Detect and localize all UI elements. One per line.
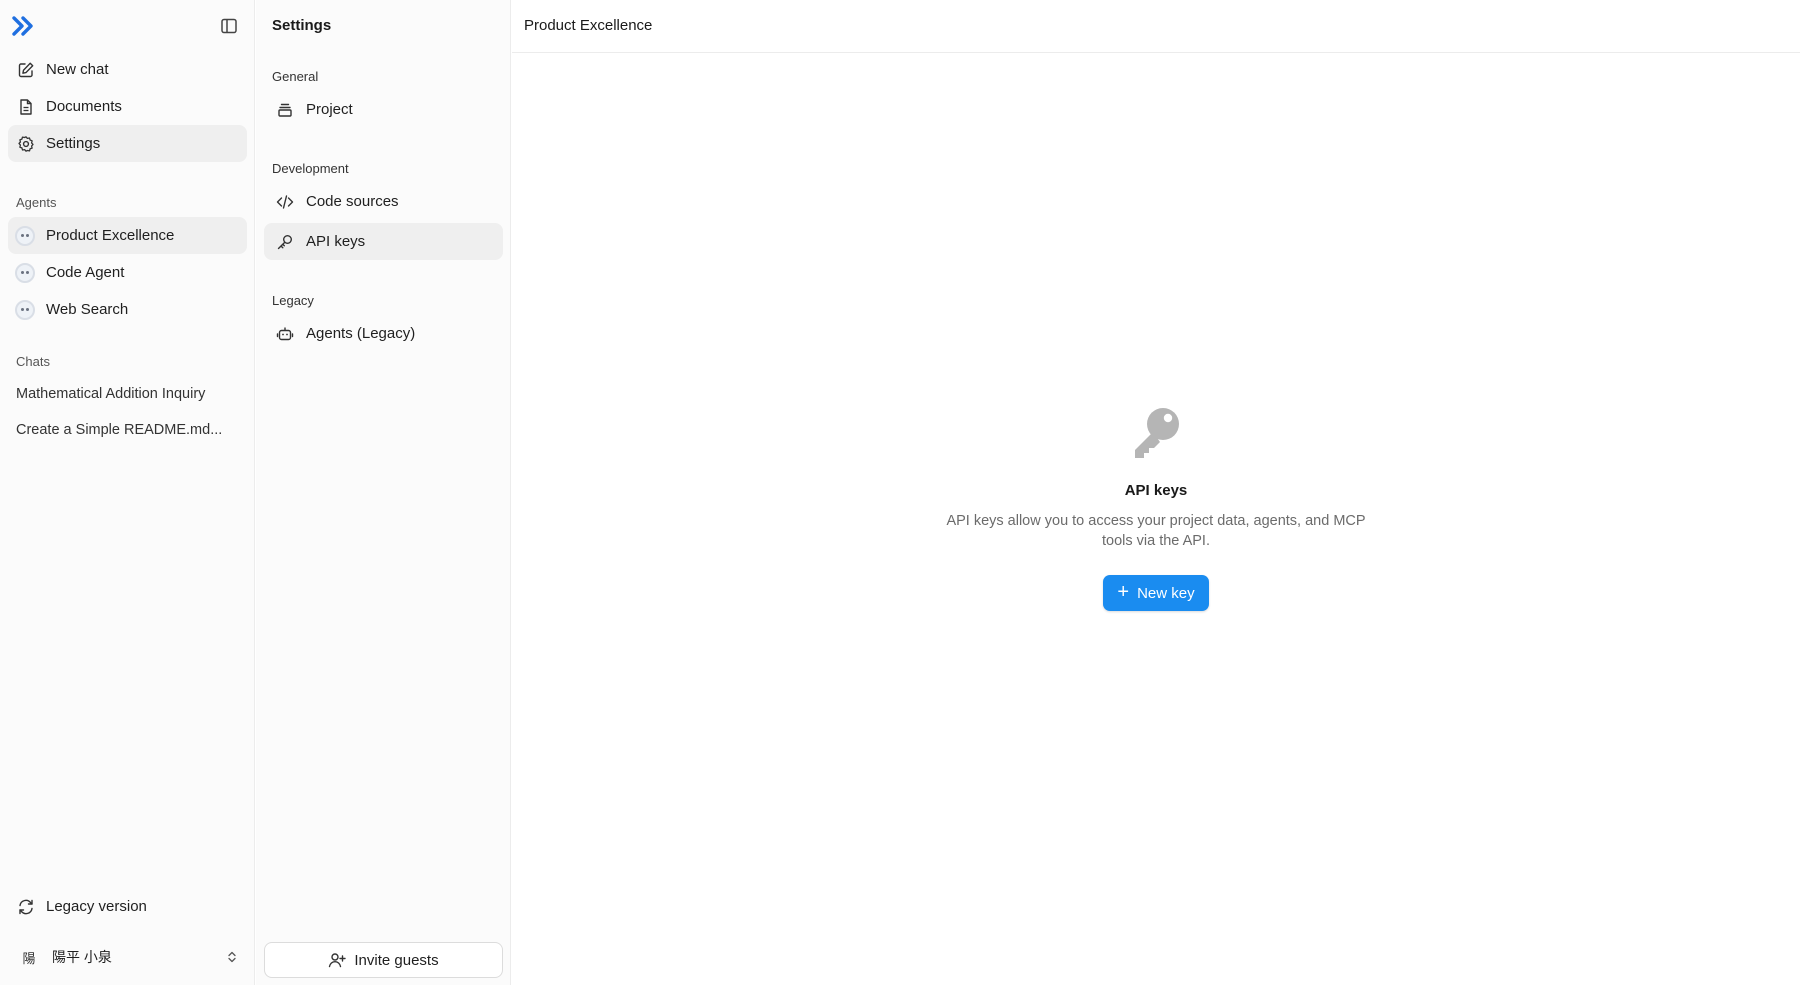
- sidebar: New chat Documents Settings Agents Produ…: [0, 0, 255, 985]
- user-menu[interactable]: 陽 陽平 小泉: [8, 940, 247, 974]
- legacy-section-label: Legacy: [272, 293, 314, 308]
- agent-label: Code Agent: [46, 264, 125, 281]
- agent-web-search[interactable]: Web Search: [8, 291, 247, 328]
- edit-icon: [18, 62, 34, 77]
- user-plus-icon: [329, 953, 347, 968]
- empty-state-description: API keys allow you to access your projec…: [946, 513, 1366, 549]
- plus-icon: +: [1117, 581, 1130, 603]
- general-section-label: General: [272, 69, 319, 84]
- empty-state-title: API keys: [1124, 482, 1188, 499]
- app-window: New chat Documents Settings Agents Produ…: [0, 0, 1800, 985]
- legacy-version-link[interactable]: Legacy version: [8, 888, 247, 925]
- gear-icon: [18, 135, 34, 152]
- settings-item-label: Agents (Legacy): [306, 325, 416, 342]
- key-icon: [277, 234, 292, 249]
- settings-item-label: Code sources: [306, 193, 399, 210]
- chevron-up-down-icon: [228, 951, 236, 963]
- settings-item-label: Project: [306, 101, 353, 118]
- new-key-button[interactable]: + New key: [1103, 575, 1209, 611]
- agent-label: Product Excellence: [46, 227, 175, 244]
- swap-icon: [19, 899, 33, 914]
- settings-title: Settings: [272, 17, 332, 34]
- new-key-label: New key: [1137, 584, 1195, 602]
- agent-label: Web Search: [46, 301, 129, 318]
- settings-panel: Settings General Project Development Cod…: [256, 0, 511, 985]
- settings-item-code-sources[interactable]: Code sources: [264, 183, 503, 220]
- development-section-label: Development: [272, 161, 349, 176]
- key-icon: [1135, 408, 1179, 458]
- legacy-version-label: Legacy version: [46, 898, 147, 915]
- chats-section-label: Chats: [16, 354, 50, 369]
- chat-item[interactable]: Mathematical Addition Inquiry: [16, 386, 236, 402]
- agent-avatar-icon: [15, 225, 35, 246]
- agent-avatar-icon: [15, 262, 35, 283]
- robot-icon: [276, 327, 294, 340]
- settings-item-api-keys[interactable]: API keys: [264, 223, 503, 260]
- main-content: Product Excellence API keys API keys all…: [512, 0, 1800, 985]
- avatar: 陽: [22, 950, 36, 966]
- nav-label: New chat: [46, 61, 109, 78]
- code-icon: [276, 194, 294, 209]
- agent-avatar-icon: [15, 299, 35, 320]
- invite-guests-label: Invite guests: [354, 951, 439, 969]
- settings-item-label: API keys: [306, 233, 366, 250]
- chat-item[interactable]: Create a Simple README.md...: [16, 422, 236, 438]
- nav-label: Settings: [46, 135, 101, 152]
- api-keys-empty-state: API keys API keys allow you to access yo…: [512, 400, 1800, 611]
- agent-code-agent[interactable]: Code Agent: [8, 254, 247, 291]
- main-header: Product Excellence: [512, 0, 1800, 53]
- stack-icon: [278, 103, 292, 117]
- invite-guests-button[interactable]: Invite guests: [264, 942, 503, 978]
- agent-product-excellence[interactable]: Product Excellence: [8, 217, 247, 254]
- nav-label: Documents: [46, 98, 122, 115]
- nav-documents[interactable]: Documents: [8, 88, 247, 125]
- nav-new-chat[interactable]: New chat: [8, 51, 247, 88]
- page-title: Product Excellence: [524, 17, 653, 34]
- nav-settings[interactable]: Settings: [8, 125, 247, 162]
- agents-section-label: Agents: [16, 195, 57, 210]
- settings-item-project[interactable]: Project: [264, 91, 503, 128]
- user-name: 陽平 小泉: [52, 949, 112, 965]
- settings-item-agents-legacy[interactable]: Agents (Legacy): [264, 315, 503, 352]
- sidebar-toggle-icon[interactable]: [220, 17, 238, 35]
- logo-icon[interactable]: [12, 16, 36, 36]
- document-icon: [20, 98, 32, 115]
